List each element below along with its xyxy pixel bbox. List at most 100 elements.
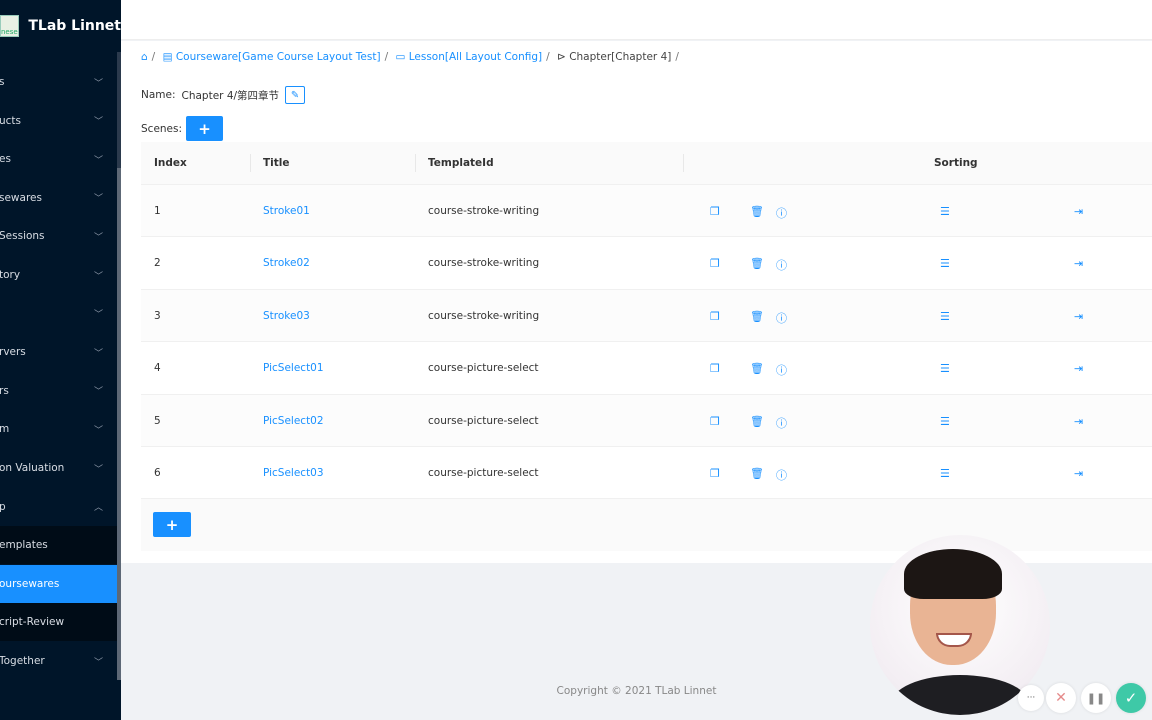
chevron-down-icon: ﹀ bbox=[93, 464, 103, 475]
sidebar-item[interactable]: Together ﹀ bbox=[0, 642, 117, 680]
breadcrumb: ⌂ / ▤ Courseware[Game Course Layout Test]… bbox=[141, 51, 679, 63]
table-row: 4 PicSelect01 course-picture-select ❐ 🗑︎… bbox=[141, 342, 1152, 395]
sidebar-item-label: emplates bbox=[0, 539, 48, 552]
cell-title-link[interactable]: PicSelect03 bbox=[263, 467, 324, 479]
name-row: Name: Chapter 4/第四章节 ✎ bbox=[141, 86, 306, 104]
move-icon[interactable]: ⇥ bbox=[1074, 205, 1083, 218]
sidebar-item-label: oursewares bbox=[0, 577, 60, 590]
add-scene-button[interactable]: + bbox=[186, 116, 224, 141]
breadcrumb-lesson[interactable]: Lesson[All Layout Config] bbox=[409, 51, 542, 63]
home-icon[interactable]: ⌂ bbox=[141, 51, 148, 63]
sidebar-item-label: sewares bbox=[0, 191, 42, 204]
top-header bbox=[121, 0, 1152, 40]
sidebar-item-label: on Valuation bbox=[0, 462, 65, 474]
cell-title-link[interactable]: Stroke03 bbox=[263, 310, 310, 322]
copy-icon[interactable]: ❐ bbox=[710, 205, 720, 218]
copy-icon[interactable]: ❐ bbox=[710, 362, 720, 375]
sidebar-item-label: p bbox=[0, 500, 6, 513]
sidebar-item[interactable]: tory ﹀ bbox=[0, 256, 117, 294]
chapter-card: ⌂ / ▤ Courseware[Game Course Layout Test]… bbox=[121, 41, 1152, 563]
table-row: 3 Stroke03 course-stroke-writing ❐ 🗑︎ ⓘ … bbox=[141, 289, 1152, 343]
copy-icon[interactable]: ❐ bbox=[710, 415, 720, 428]
sidebar-item-label: rvers bbox=[0, 346, 26, 359]
copy-icon[interactable]: ❐ bbox=[710, 467, 720, 480]
sidebar-item[interactable]: es ﹀ bbox=[0, 140, 117, 178]
sidebar-item[interactable]: ucts ﹀ bbox=[0, 102, 117, 140]
sidebar-item-label: s bbox=[0, 76, 5, 88]
sort-list-icon[interactable]: ☰ bbox=[940, 257, 950, 270]
copy-icon[interactable]: ❐ bbox=[710, 310, 720, 323]
cell-title-link[interactable]: PicSelect01 bbox=[263, 362, 324, 374]
info-icon[interactable]: ⓘ bbox=[776, 205, 787, 221]
add-scene-bottom-button[interactable]: + bbox=[153, 512, 191, 538]
chevron-down-icon: ﹀ bbox=[93, 117, 103, 128]
delete-icon[interactable]: 🗑︎ bbox=[750, 362, 764, 375]
move-icon[interactable]: ⇥ bbox=[1074, 362, 1083, 375]
edit-name-button[interactable]: ✎ bbox=[285, 86, 306, 104]
sort-list-icon[interactable]: ☰ bbox=[940, 415, 950, 428]
breadcrumb-courseware[interactable]: Courseware[Game Course Layout Test] bbox=[176, 51, 381, 63]
sidebar-item-label: cript-Review bbox=[0, 616, 65, 629]
sidebar-item[interactable]: cript-Review bbox=[0, 603, 117, 642]
cell-title-link[interactable]: Stroke01 bbox=[263, 205, 310, 217]
sort-list-icon[interactable]: ☰ bbox=[940, 310, 950, 323]
chevron-down-icon: ﹀ bbox=[93, 310, 103, 321]
delete-icon[interactable]: 🗑︎ bbox=[750, 415, 764, 428]
info-icon[interactable]: ⓘ bbox=[776, 362, 787, 378]
sidebar-item[interactable]: rvers ﹀ bbox=[0, 333, 117, 371]
book-icon: ▤ bbox=[162, 51, 173, 63]
confirm-button[interactable]: ✓ bbox=[1116, 683, 1146, 713]
header-templateid: TemplateId bbox=[428, 157, 494, 169]
move-icon[interactable]: ⇥ bbox=[1074, 257, 1083, 270]
add-row: + bbox=[141, 499, 1152, 552]
delete-icon[interactable]: 🗑︎ bbox=[750, 310, 764, 323]
sidebar-item-label: Sessions bbox=[0, 230, 45, 243]
sidebar-item[interactable]: oursewares bbox=[0, 564, 117, 603]
sidebar-item[interactable]: emplates bbox=[0, 526, 117, 565]
cell-index: 4 bbox=[154, 362, 161, 375]
info-icon[interactable]: ⓘ bbox=[776, 467, 787, 483]
sidebar-item[interactable]: m ﹀ bbox=[0, 410, 117, 448]
edit-icon: ✎ bbox=[290, 89, 300, 101]
move-icon[interactable]: ⇥ bbox=[1074, 415, 1083, 428]
chevron-down-icon: ﹀ bbox=[93, 387, 103, 398]
more-button[interactable]: ··· bbox=[1018, 685, 1044, 711]
cell-title-link[interactable]: PicSelect02 bbox=[263, 415, 324, 427]
name-label: Name: bbox=[141, 89, 176, 101]
chevron-down-icon: ﹀ bbox=[93, 271, 103, 282]
copy-icon[interactable]: ❐ bbox=[710, 257, 720, 270]
cell-title-link[interactable]: Stroke02 bbox=[263, 257, 310, 269]
sidebar-item[interactable]: rs ﹀ bbox=[0, 372, 117, 410]
sidebar-item[interactable]: Sessions ﹀ bbox=[0, 217, 117, 255]
sort-list-icon[interactable]: ☰ bbox=[940, 467, 950, 480]
chevron-down-icon: ﹀ bbox=[93, 78, 103, 89]
sidebar-item[interactable]: ﹀ bbox=[0, 295, 117, 333]
header-title: Title bbox=[263, 157, 290, 169]
chevron-down-icon: ﹀ bbox=[93, 194, 103, 205]
sidebar-item[interactable]: s ﹀ bbox=[0, 63, 117, 101]
pause-button[interactable]: ❚❚ bbox=[1081, 683, 1111, 713]
sort-list-icon[interactable]: ☰ bbox=[940, 205, 950, 218]
cell-index: 3 bbox=[154, 309, 161, 322]
move-icon[interactable]: ⇥ bbox=[1074, 310, 1083, 323]
header-sorting: Sorting bbox=[934, 157, 978, 169]
table-row: 1 Stroke01 course-stroke-writing ❐ 🗑︎ ⓘ … bbox=[141, 185, 1152, 238]
sidebar-item-label: rs bbox=[0, 384, 9, 397]
move-icon[interactable]: ⇥ bbox=[1074, 467, 1083, 480]
cell-template: course-picture-select bbox=[428, 414, 539, 427]
close-button[interactable]: ✕ bbox=[1046, 683, 1076, 713]
sidebar-item[interactable]: sewares ﹀ bbox=[0, 179, 117, 217]
delete-icon[interactable]: 🗑︎ bbox=[750, 467, 764, 480]
info-icon[interactable]: ⓘ bbox=[776, 310, 787, 326]
name-value: Chapter 4/第四章节 bbox=[181, 89, 280, 102]
table-row: 6 PicSelect03 course-picture-select ❐ 🗑︎… bbox=[141, 447, 1152, 500]
info-icon[interactable]: ⓘ bbox=[776, 257, 787, 273]
info-icon[interactable]: ⓘ bbox=[776, 415, 787, 431]
chevron-down-icon: ﹀ bbox=[93, 425, 103, 436]
sidebar-item[interactable]: p ︿ bbox=[0, 488, 117, 526]
delete-icon[interactable]: 🗑︎ bbox=[750, 205, 764, 218]
sidebar-item[interactable]: on Valuation ﹀ bbox=[0, 449, 117, 487]
sort-list-icon[interactable]: ☰ bbox=[940, 362, 950, 375]
header-index: Index bbox=[154, 157, 187, 169]
delete-icon[interactable]: 🗑︎ bbox=[750, 257, 764, 270]
